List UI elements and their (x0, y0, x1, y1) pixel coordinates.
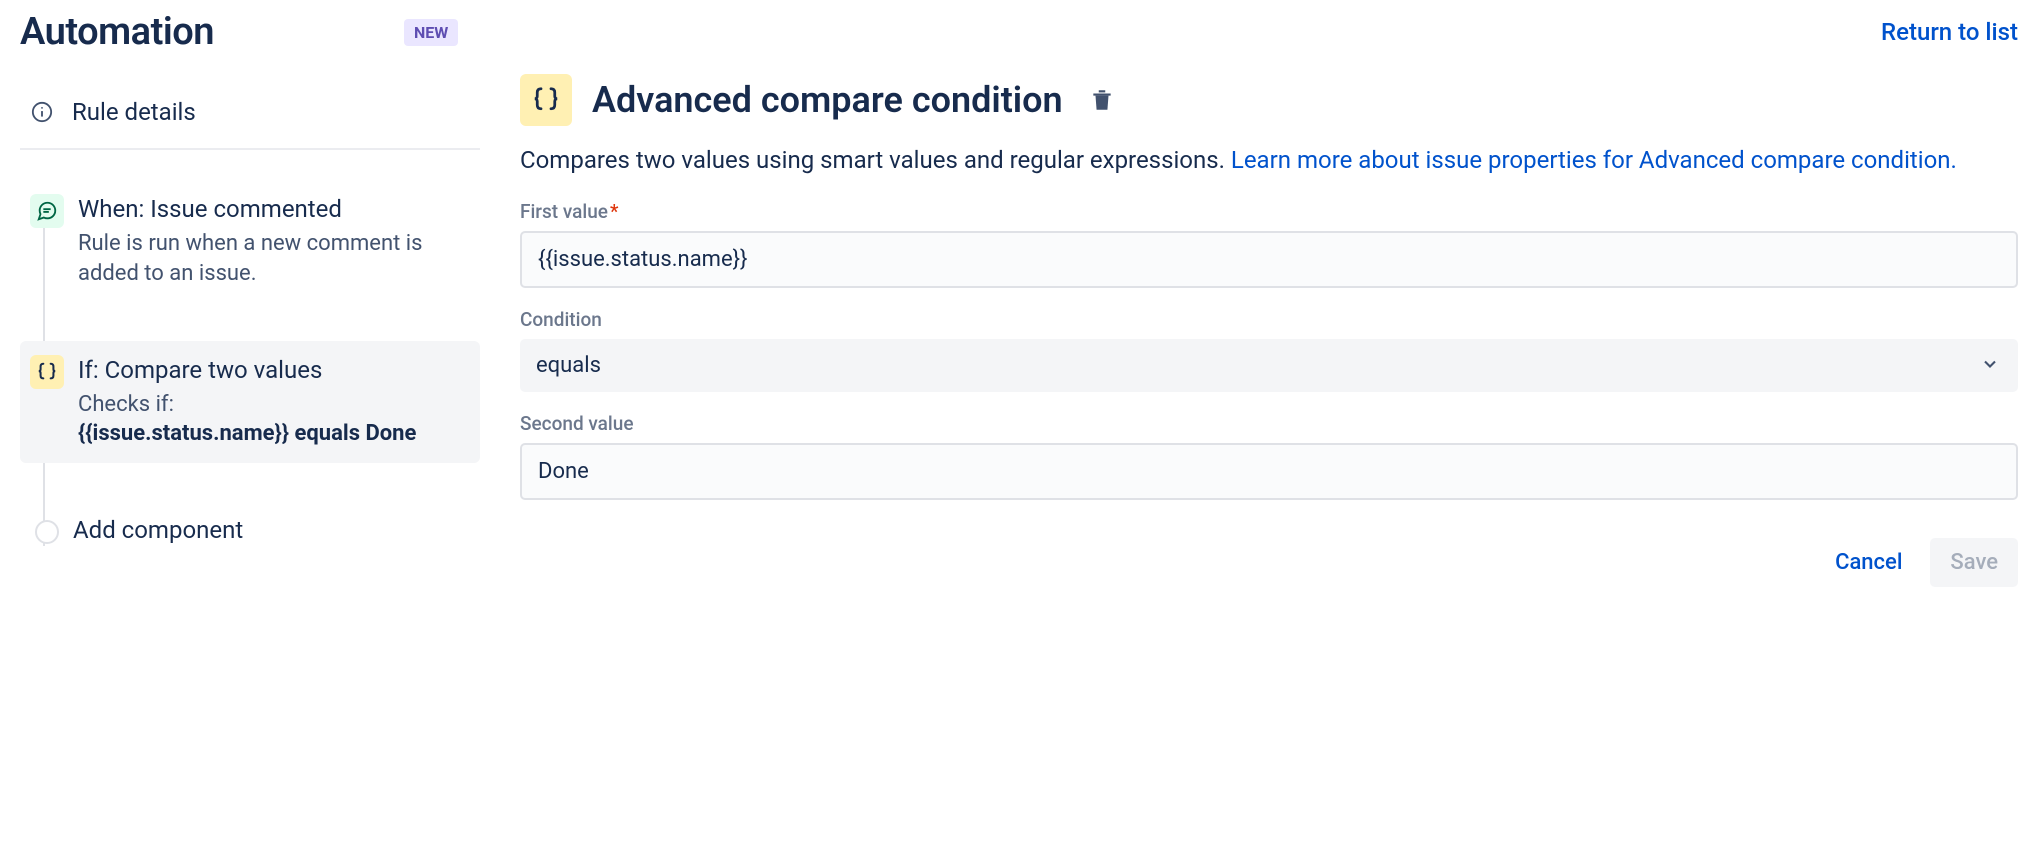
condition-desc-value: {{issue.status.name}} equals Done (78, 421, 416, 446)
condition-field: Condition equals (520, 308, 2018, 392)
learn-more-link[interactable]: Learn more about issue properties for Ad… (1231, 146, 1957, 174)
new-badge: NEW (404, 19, 458, 46)
footer-actions: Cancel Save (520, 538, 2018, 587)
braces-icon (520, 74, 572, 126)
info-icon (30, 100, 54, 124)
condition-desc-prefix: Checks if: (78, 392, 174, 417)
trigger-body: When: Issue commented Rule is run when a… (78, 194, 470, 289)
trigger-title: When: Issue commented (78, 194, 470, 225)
cancel-button[interactable]: Cancel (1815, 538, 1922, 587)
add-component-step[interactable]: Add component (20, 501, 480, 560)
page-title: Automation (20, 10, 214, 54)
add-component-label: Add component (73, 515, 470, 546)
first-value-label: First value* (520, 200, 2018, 223)
condition-select-wrap: equals (520, 339, 2018, 392)
rule-details-item[interactable]: Rule details (20, 84, 480, 150)
required-asterisk: * (610, 200, 618, 223)
save-button[interactable]: Save (1930, 538, 2018, 587)
trigger-desc: Rule is run when a new comment is added … (78, 229, 470, 288)
first-value-field: First value* (520, 200, 2018, 288)
condition-select[interactable]: equals (520, 339, 2018, 392)
desc-text: Compares two values using smart values a… (520, 146, 1231, 174)
condition-step[interactable]: If: Compare two values Checks if: {{issu… (20, 341, 480, 464)
trigger-step[interactable]: When: Issue commented Rule is run when a… (20, 180, 480, 303)
second-value-input[interactable] (520, 443, 2018, 500)
return-to-list-link[interactable]: Return to list (1881, 18, 2018, 46)
second-value-label: Second value (520, 412, 2018, 435)
condition-body: If: Compare two values Checks if: {{issu… (78, 355, 470, 450)
sidebar: Rule details When: Issue commented Rule … (20, 74, 480, 587)
layout: Rule details When: Issue commented Rule … (20, 74, 2018, 587)
main-title: Advanced compare condition (592, 79, 1063, 121)
header-left: Automation NEW (20, 10, 458, 54)
page-header: Automation NEW Return to list (20, 0, 2018, 74)
rule-details-label: Rule details (72, 98, 196, 126)
delete-button[interactable] (1083, 81, 1121, 119)
add-body: Add component (73, 515, 470, 546)
add-circle-icon (35, 520, 59, 544)
braces-icon (30, 355, 64, 389)
condition-label: Condition (520, 308, 2018, 331)
trash-icon (1089, 87, 1115, 113)
first-value-input[interactable] (520, 231, 2018, 288)
rule-timeline: When: Issue commented Rule is run when a… (20, 180, 480, 560)
condition-desc: Checks if: {{issue.status.name}} equals … (78, 390, 470, 449)
second-value-field: Second value (520, 412, 2018, 500)
first-value-label-text: First value (520, 200, 608, 223)
main-header: Advanced compare condition (520, 74, 2018, 126)
comment-icon (30, 194, 64, 228)
main-description: Compares two values using smart values a… (520, 142, 2018, 178)
condition-title: If: Compare two values (78, 355, 470, 386)
main-panel: Advanced compare condition Compares two … (480, 74, 2018, 587)
